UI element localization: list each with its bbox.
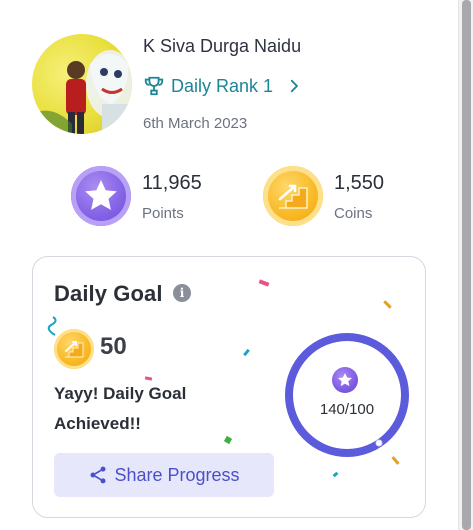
- scrollbar-thumb[interactable]: [462, 0, 471, 530]
- daily-rank-label: Daily Rank 1: [171, 75, 274, 96]
- share-progress-label: Share Progress: [114, 464, 240, 485]
- info-icon[interactable]: i: [173, 284, 191, 302]
- share-progress-button[interactable]: Share Progress: [54, 453, 274, 497]
- profile-date: 6th March 2023: [143, 115, 248, 132]
- daily-rank-link[interactable]: Daily Rank 1: [143, 74, 303, 98]
- avatar[interactable]: [32, 34, 132, 134]
- avatar-photo: [32, 50, 132, 134]
- confetti-piece: [383, 300, 392, 309]
- points-label: Points: [142, 205, 184, 222]
- daily-goal-title: Daily Goal: [54, 281, 163, 306]
- goal-achieved-message: Yayy! Daily Goal Achieved!!: [54, 384, 187, 433]
- trophy-icon: [144, 76, 164, 96]
- confetti-piece: [332, 471, 339, 478]
- confetti-piece: [243, 348, 250, 357]
- vertical-scrollbar[interactable]: [458, 0, 473, 530]
- goal-target-value: 50: [100, 333, 127, 360]
- goal-progress-text: 140/100: [319, 401, 375, 418]
- chevron-right-icon: [290, 79, 298, 93]
- daily-goal-card: Daily Goal i 50 Yayy! Daily Goal Achieve…: [32, 256, 426, 518]
- points-value: 11,965: [142, 172, 202, 194]
- goal-progress-arc: [285, 333, 409, 457]
- coins-stairs-icon: [263, 166, 323, 226]
- profile-panel: K Siva Durga Naidu Daily Rank 1 6th Marc…: [0, 0, 458, 530]
- ring-star-icon: [332, 367, 358, 393]
- confetti-ribbon: [47, 316, 57, 336]
- goal-progress-ring: [285, 333, 409, 457]
- confetti-piece: [258, 279, 270, 287]
- points-star-icon: [71, 166, 131, 226]
- coins-label: Coins: [334, 205, 373, 222]
- user-name: K Siva Durga Naidu: [143, 36, 302, 56]
- share-icon: [90, 466, 106, 484]
- coins-value: 1,550: [334, 172, 385, 194]
